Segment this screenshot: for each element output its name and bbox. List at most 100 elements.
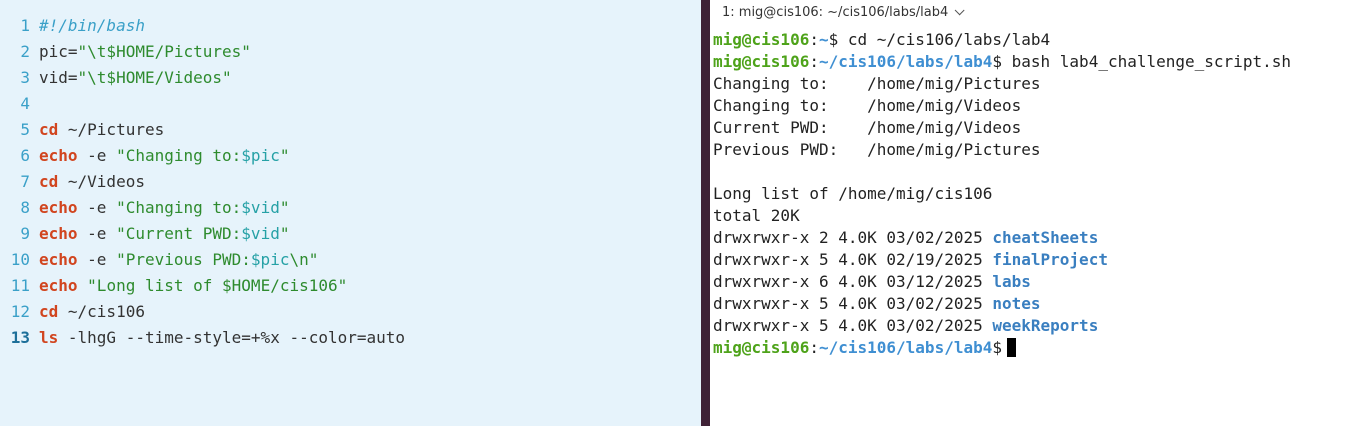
code-token: echo xyxy=(39,224,78,243)
line-number: 11 xyxy=(10,276,30,295)
code-text: ls -lhgG --time-style=+%x --color=auto xyxy=(39,325,405,351)
terminal-line: drwxrwxr-x 5 4.0K 02/19/2025 finalProjec… xyxy=(713,249,1359,271)
code-token: "\t$HOME/Pictures" xyxy=(77,42,251,61)
code-line[interactable]: 6 echo -e "Changing to:$pic" xyxy=(0,143,701,169)
terminal-cursor xyxy=(1007,338,1016,357)
code-text: cd ~/Pictures xyxy=(39,117,164,143)
code-line[interactable]: 7 cd ~/Videos xyxy=(0,169,701,195)
code-token: cd xyxy=(39,120,59,139)
code-text: echo -e "Changing to:$vid" xyxy=(39,195,289,221)
line-number: 5 xyxy=(20,120,30,139)
line-number: 7 xyxy=(20,172,30,191)
terminal-pane[interactable]: 1: mig@cis106: ~/cis106/labs/lab4 mig@ci… xyxy=(710,0,1359,426)
code-text: pic="\t$HOME/Pictures" xyxy=(39,39,251,65)
output-text: Current PWD: /home/mig/Videos xyxy=(713,118,1022,137)
directory-name: labs xyxy=(992,272,1031,291)
output-text: Changing to: /home/mig/Pictures xyxy=(713,74,1041,93)
code-text: vid="\t$HOME/Videos" xyxy=(39,65,232,91)
code-line[interactable]: 5 cd ~/Pictures xyxy=(0,117,701,143)
code-line[interactable]: 8 echo -e "Changing to:$vid" xyxy=(0,195,701,221)
code-text: echo -e "Current PWD:$vid" xyxy=(39,221,289,247)
terminal-line: Changing to: /home/mig/Videos xyxy=(713,95,1359,117)
prompt-path: ~ xyxy=(818,30,829,49)
pane-divider[interactable] xyxy=(701,0,710,426)
code-line[interactable]: 3 vid="\t$HOME/Videos" xyxy=(0,65,701,91)
prompt-path: ~/cis106/labs/lab4 xyxy=(818,338,993,357)
code-text: echo -e "Changing to:$pic" xyxy=(39,143,289,169)
code-line[interactable]: 4 xyxy=(0,91,701,117)
terminal-line: drwxrwxr-x 5 4.0K 03/02/2025 weekReports xyxy=(713,315,1359,337)
terminal-line: mig@cis106:~/cis106/labs/lab4$ bash lab4… xyxy=(713,51,1359,73)
output-text: $ cd ~/cis106/labs/lab4 xyxy=(828,30,1051,49)
code-token: pic= xyxy=(39,42,78,61)
terminal-line: drwxrwxr-x 2 4.0K 03/02/2025 cheatSheets xyxy=(713,227,1359,249)
directory-name: finalProject xyxy=(992,250,1108,269)
line-number: 6 xyxy=(20,146,30,165)
line-number: 8 xyxy=(20,198,30,217)
code-token: echo xyxy=(39,146,78,165)
code-line[interactable]: 1 #!/bin/bash xyxy=(0,13,701,39)
code-token: "Changing to: xyxy=(116,146,242,165)
code-text: #!/bin/bash xyxy=(39,13,145,39)
output-text: Previous PWD: /home/mig/Pictures xyxy=(713,140,1041,159)
code-token: -lhgG --time-style=+%x --color=auto xyxy=(58,328,406,347)
line-number: 13 xyxy=(10,328,30,347)
terminal-line: mig@cis106:~/cis106/labs/lab4$ xyxy=(713,337,1359,359)
code-token: "Previous PWD: xyxy=(116,250,251,269)
code-token: "Current PWD: xyxy=(116,224,242,243)
code-token: -e xyxy=(77,198,117,217)
prompt-separator: : xyxy=(809,52,819,71)
directory-name: notes xyxy=(992,294,1041,313)
prompt-separator: : xyxy=(809,30,819,49)
code-token: \n" xyxy=(289,250,319,269)
code-token: "\t$HOME/Videos" xyxy=(77,68,232,87)
terminal-tab-title: 1: mig@cis106: ~/cis106/labs/lab4 xyxy=(722,4,949,20)
code-token: " xyxy=(279,198,290,217)
code-token: #!/bin/bash xyxy=(39,16,145,35)
output-text: total 20K xyxy=(713,206,800,225)
code-token: vid= xyxy=(39,68,78,87)
code-token: ~/Videos xyxy=(58,172,145,191)
terminal-line: mig@cis106:~$ cd ~/cis106/labs/lab4 xyxy=(713,29,1359,51)
code-text: cd ~/cis106 xyxy=(39,299,145,325)
code-editor[interactable]: 1 #!/bin/bash 2 pic="\t$HOME/Pictures" 3 vid=… xyxy=(0,0,701,426)
code-line[interactable]: 10 echo -e "Previous PWD:$pic\n" xyxy=(0,247,701,273)
code-token: echo xyxy=(39,276,78,295)
terminal-line: Changing to: /home/mig/Pictures xyxy=(713,73,1359,95)
directory-name: weekReports xyxy=(992,316,1099,335)
output-text: $ bash lab4_challenge_script.sh xyxy=(992,52,1291,71)
code-text: echo -e "Previous PWD:$pic\n" xyxy=(39,247,318,273)
chevron-down-icon[interactable] xyxy=(954,4,965,15)
code-token: echo xyxy=(39,250,78,269)
code-line[interactable]: 2 pic="\t$HOME/Pictures" xyxy=(0,39,701,65)
code-token: echo xyxy=(39,198,78,217)
prompt-user: mig@cis106 xyxy=(713,338,810,357)
code-line[interactable]: 12 cd ~/cis106 xyxy=(0,299,701,325)
code-token: $pic xyxy=(250,250,290,269)
directory-name: cheatSheets xyxy=(992,228,1099,247)
output-text: drwxrwxr-x 6 4.0K 03/12/2025 xyxy=(713,272,993,291)
code-token: $vid xyxy=(241,198,280,217)
code-line[interactable]: 11 echo "Long list of $HOME/cis106" xyxy=(0,273,701,299)
output-text: drwxrwxr-x 5 4.0K 03/02/2025 xyxy=(713,294,993,313)
code-token: ls xyxy=(39,328,59,347)
code-token: ~/Pictures xyxy=(58,120,165,139)
code-token: "Changing to: xyxy=(116,198,242,217)
terminal-line: drwxrwxr-x 6 4.0K 03/12/2025 labs xyxy=(713,271,1359,293)
code-token: $vid xyxy=(241,224,280,243)
prompt-separator: : xyxy=(809,338,819,357)
prompt-user: mig@cis106 xyxy=(713,52,810,71)
code-token: " xyxy=(279,146,290,165)
code-token: ~/cis106 xyxy=(58,302,145,321)
code-line[interactable]: 9 echo -e "Current PWD:$vid" xyxy=(0,221,701,247)
output-text: drwxrwxr-x 5 4.0K 02/19/2025 xyxy=(713,250,993,269)
line-number: 10 xyxy=(10,250,30,269)
terminal-output[interactable]: mig@cis106:~$ cd ~/cis106/labs/lab4 mig@c… xyxy=(710,24,1359,359)
prompt-user: mig@cis106 xyxy=(713,30,810,49)
terminal-line: Previous PWD: /home/mig/Pictures xyxy=(713,139,1359,161)
code-line[interactable]: 13 ls -lhgG --time-style=+%x --color=auto xyxy=(0,325,701,351)
terminal-tab[interactable]: 1: mig@cis106: ~/cis106/labs/lab4 xyxy=(710,0,1359,24)
terminal-line: Long list of /home/mig/cis106 xyxy=(713,183,1359,205)
